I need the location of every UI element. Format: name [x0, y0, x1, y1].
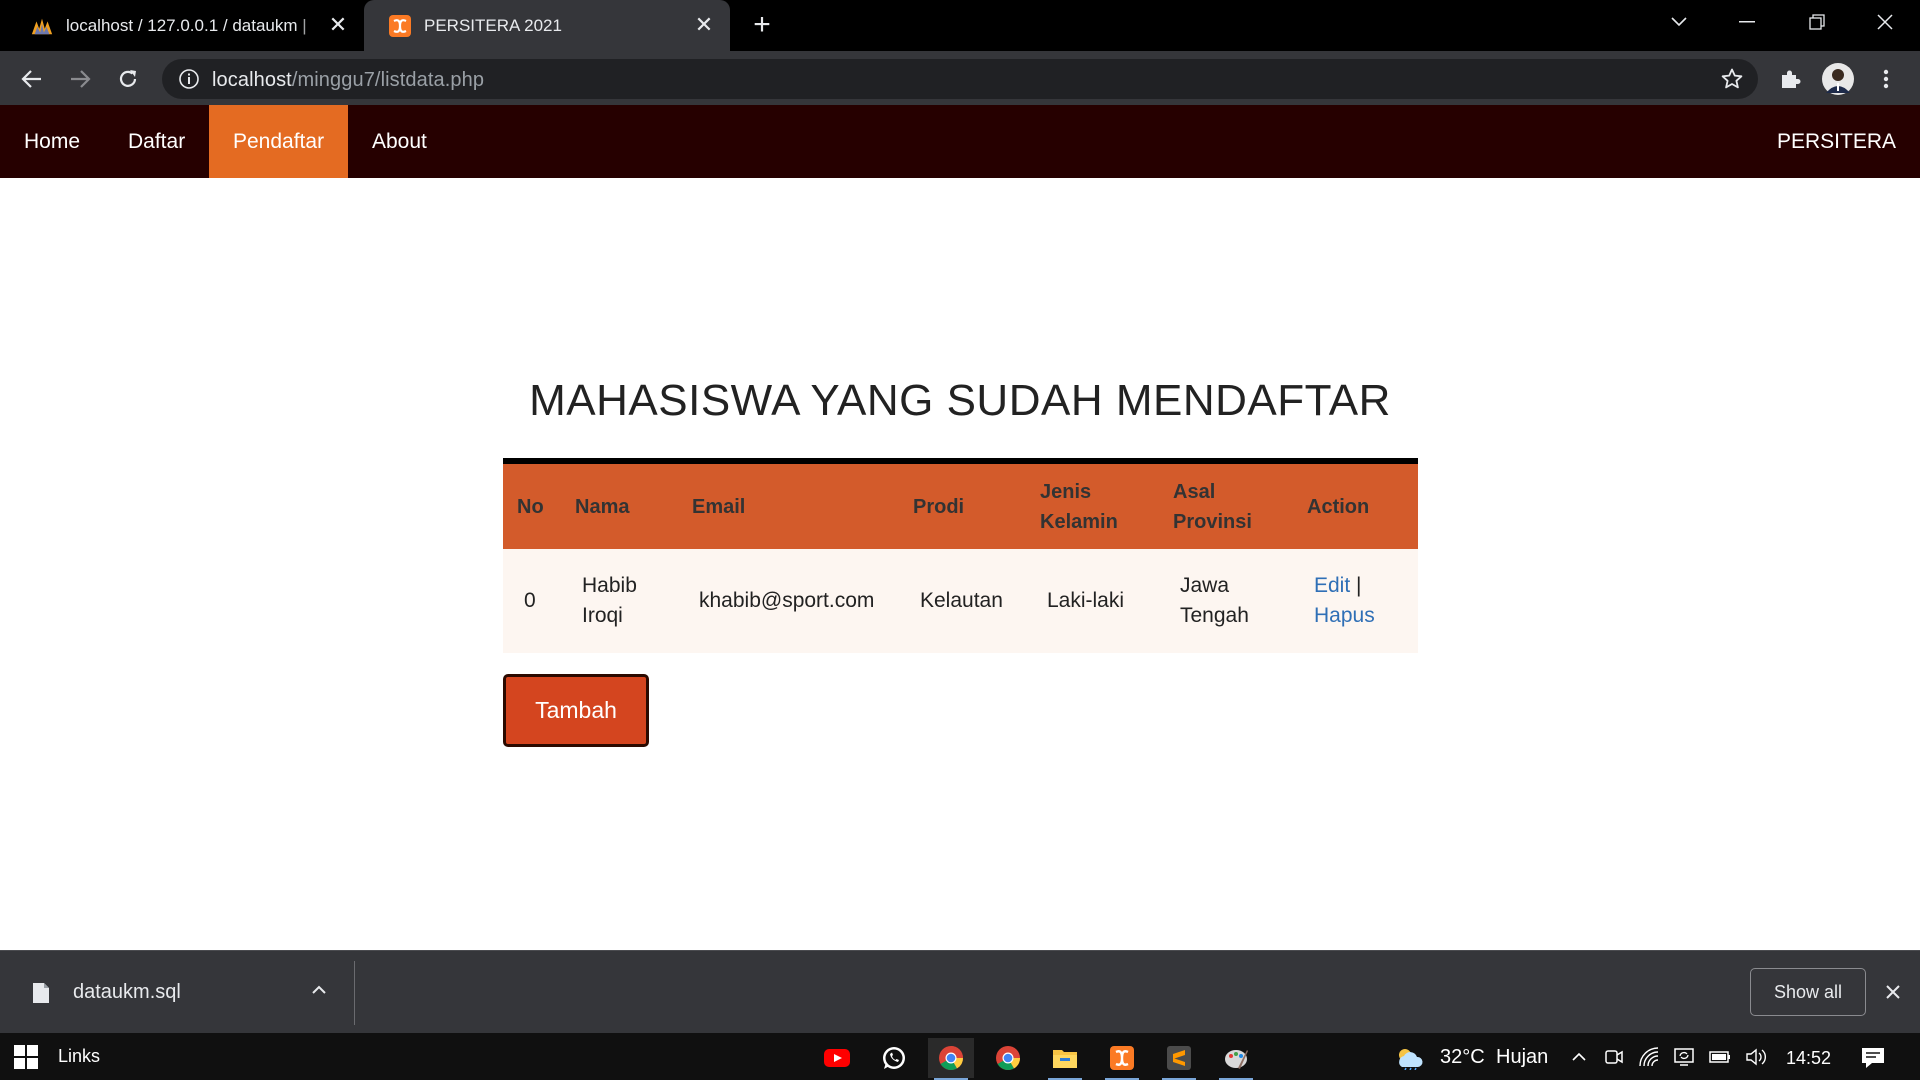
cell-prodi: Kelautan [899, 549, 1026, 653]
nav-pendaftar[interactable]: Pendaftar [209, 105, 349, 178]
close-window-icon[interactable] [1850, 0, 1920, 44]
url-host: localhost [212, 69, 292, 91]
file-icon [32, 982, 50, 1004]
restore-icon[interactable] [1782, 0, 1852, 44]
windows-taskbar: Links 32°C Hujan 14:52 [0, 1033, 1920, 1080]
profile-avatar[interactable] [1820, 61, 1856, 97]
battery-icon[interactable] [1708, 1046, 1730, 1068]
clock-time[interactable]: 14:52 [1786, 1048, 1831, 1069]
tambah-button[interactable]: Tambah [503, 674, 649, 747]
close-tab-icon[interactable]: ✕ [326, 13, 350, 37]
cell-action: Edit | Hapus [1293, 549, 1418, 653]
shelf-divider [354, 961, 355, 1025]
nav-about[interactable]: About [348, 105, 451, 178]
action-separator: | [1356, 574, 1362, 597]
new-tab-icon[interactable]: + [746, 10, 778, 42]
table-row: 0 Habib Iroqi khabib@sport.com Kelautan … [503, 549, 1418, 653]
notification-center-icon[interactable] [1860, 1046, 1886, 1068]
show-all-button[interactable]: Show all [1750, 968, 1866, 1016]
cell-email: khabib@sport.com [678, 549, 899, 653]
minimize-icon[interactable] [1712, 0, 1782, 44]
chrome-icon[interactable] [985, 1038, 1031, 1078]
wifi-icon[interactable] [1638, 1046, 1660, 1068]
download-file-name[interactable]: dataukm.sql [73, 981, 181, 1004]
site-info-icon[interactable] [178, 68, 200, 90]
tab-search-icon[interactable] [1644, 0, 1714, 44]
url-text: localhost/minggu7/listdata.php [212, 69, 484, 92]
browser-toolbar: localhost/minggu7/listdata.php [0, 51, 1920, 105]
site-navbar: Home Daftar Pendaftar About PERSITERA [0, 105, 1920, 178]
col-header-email: Email [678, 461, 899, 549]
back-icon[interactable] [14, 61, 50, 97]
menu-kebab-icon[interactable] [1868, 61, 1904, 97]
whatsapp-icon[interactable] [871, 1038, 917, 1078]
cell-asal-provinsi: Jawa Tengah [1159, 549, 1293, 653]
sublime-text-icon[interactable] [1156, 1038, 1202, 1080]
reload-icon[interactable] [110, 61, 146, 97]
edit-link[interactable]: Edit [1314, 574, 1350, 597]
table-header-row: No Nama Email Prodi Jenis Kelamin Asal P… [503, 461, 1418, 549]
chevron-up-icon[interactable] [308, 979, 330, 1001]
tab-title: PERSITERA 2021 [424, 15, 562, 35]
links-toolbar-label[interactable]: Links [58, 1046, 100, 1067]
tab-title: localhost / 127.0.0.1 / dataukm | [66, 15, 307, 35]
page-title: MAHASISWA YANG SUDAH MENDAFTAR [529, 376, 1391, 425]
xampp-icon[interactable] [1099, 1038, 1145, 1080]
url-path: /minggu7/listdata.php [291, 69, 485, 91]
weather-temperature: 32°C [1440, 1046, 1485, 1068]
tab-phpmyadmin[interactable]: localhost / 127.0.0.1 / dataukm | ✕ [0, 0, 364, 51]
weather-cloud-icon[interactable] [1394, 1046, 1426, 1071]
nav-daftar[interactable]: Daftar [104, 105, 209, 178]
col-header-jenis-kelamin: Jenis Kelamin [1026, 461, 1159, 549]
registrants-table: No Nama Email Prodi Jenis Kelamin Asal P… [503, 458, 1418, 653]
chrome-icon[interactable] [928, 1038, 974, 1080]
col-header-prodi: Prodi [899, 461, 1026, 549]
weather-condition: Hujan [1496, 1046, 1549, 1068]
col-header-no: No [503, 461, 561, 549]
extensions-icon[interactable] [1772, 61, 1808, 97]
display-sync-icon[interactable] [1673, 1046, 1695, 1068]
cell-nama: Habib Iroqi [561, 549, 678, 653]
cell-no: 0 [503, 549, 561, 653]
youtube-icon[interactable] [814, 1038, 860, 1078]
windows-start-icon[interactable] [14, 1045, 38, 1069]
col-header-asal-provinsi: Asal Provinsi [1159, 461, 1293, 549]
close-tab-icon[interactable]: ✕ [692, 13, 716, 37]
cell-jenis-kelamin: Laki-laki [1026, 549, 1159, 653]
chevron-up-icon[interactable] [1568, 1046, 1590, 1068]
nav-home[interactable]: Home [0, 105, 104, 178]
meet-now-icon[interactable] [1603, 1046, 1625, 1068]
browser-tab-bar: localhost / 127.0.0.1 / dataukm | ✕ PERS… [0, 0, 1920, 51]
hapus-link[interactable]: Hapus [1314, 604, 1375, 627]
bookmark-star-icon[interactable] [1720, 67, 1744, 91]
tab-persitera[interactable]: PERSITERA 2021 ✕ [364, 0, 730, 51]
xampp-icon [388, 14, 412, 38]
col-header-nama: Nama [561, 461, 678, 549]
address-bar[interactable]: localhost/minggu7/listdata.php [162, 59, 1758, 99]
close-shelf-icon[interactable] [1882, 981, 1904, 1003]
download-shelf: dataukm.sql Show all [0, 950, 1920, 1033]
site-brand: PERSITERA [1776, 130, 1896, 153]
paint-icon[interactable] [1213, 1038, 1259, 1080]
col-header-action: Action [1293, 461, 1418, 549]
forward-icon[interactable] [62, 61, 98, 97]
file-explorer-icon[interactable] [1042, 1038, 1088, 1080]
volume-icon[interactable] [1744, 1046, 1766, 1068]
phpmyadmin-icon [30, 14, 54, 38]
